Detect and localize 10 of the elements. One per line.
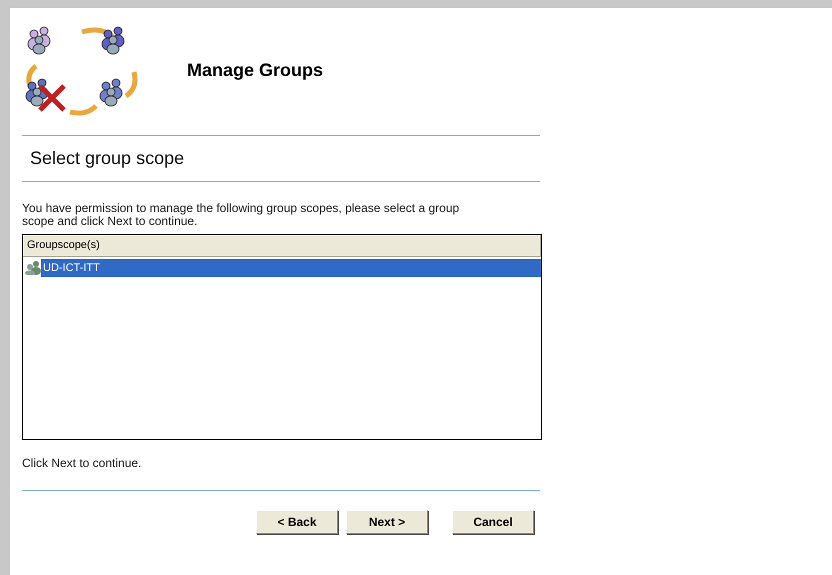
instructions-text: You have permission to manage the following group scopes, please select a group scope and click Next to continue.: [22, 202, 460, 228]
section-title: Select group scope: [30, 147, 186, 170]
list-row[interactable]: UD-ICT-ITT: [41, 258, 541, 277]
hint-text: Click Next to continue.: [22, 455, 142, 472]
back-button[interactable]: < Back: [256, 510, 338, 534]
cancel-button[interactable]: Cancel: [452, 510, 534, 534]
column-header[interactable]: Groupscope(s): [23, 235, 541, 256]
dialog-title: Manage Groups: [187, 58, 324, 82]
next-button[interactable]: Next >: [346, 510, 428, 534]
group-icon: [25, 260, 41, 275]
